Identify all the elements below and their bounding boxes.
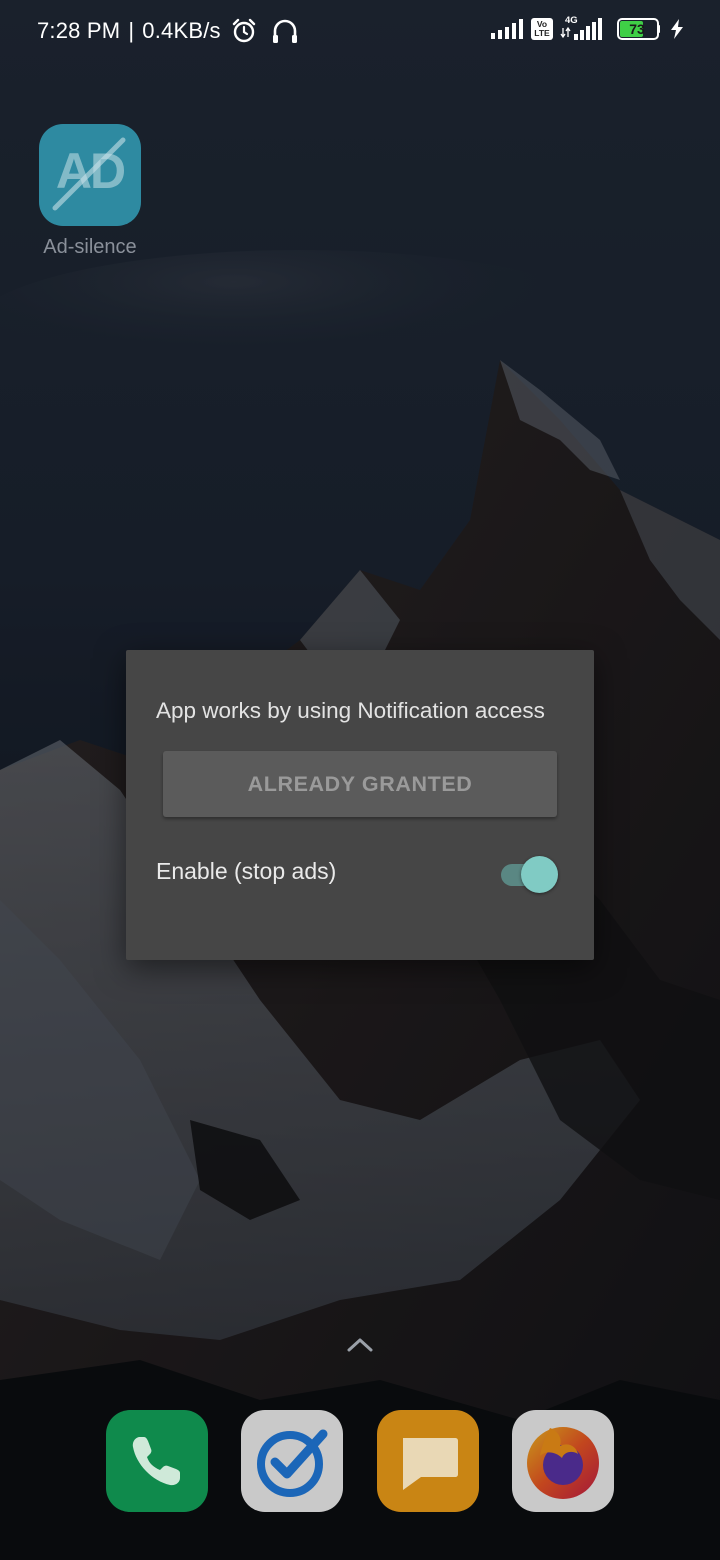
already-granted-button[interactable]: ALREADY GRANTED bbox=[163, 751, 557, 817]
battery-icon: 73 bbox=[617, 18, 663, 40]
toggle-thumb[interactable] bbox=[521, 856, 558, 893]
status-left: 7:28 PM | 0.4KB/s bbox=[37, 18, 299, 44]
permission-dialog: App works by using Notification access A… bbox=[126, 650, 594, 960]
status-separator: | bbox=[128, 18, 135, 43]
phone-icon bbox=[132, 1437, 180, 1486]
network-speed: 0.4KB/s bbox=[142, 18, 221, 43]
dock-app-messages[interactable] bbox=[377, 1410, 479, 1512]
message-icon bbox=[403, 1438, 458, 1490]
dock-app-firefox[interactable] bbox=[512, 1410, 614, 1512]
dialog-message: App works by using Notification access bbox=[156, 698, 545, 723]
volte-label-bottom: LTE bbox=[534, 28, 550, 38]
firefox-icon bbox=[527, 1427, 599, 1499]
chevron-up-icon[interactable] bbox=[345, 1336, 375, 1354]
enable-toggle-label: Enable (stop ads) bbox=[156, 858, 337, 884]
signal-icon bbox=[491, 19, 523, 39]
signal-4g-icon: 4G bbox=[560, 15, 604, 42]
app-shortcut-ad-silence[interactable]: AD Ad-silence bbox=[30, 124, 150, 259]
status-bar: 7:28 PM | 0.4KB/s Vo LTE 4G 73 bbox=[0, 0, 720, 64]
app-label: Ad-silence bbox=[43, 236, 137, 258]
battery-level: 73 bbox=[629, 21, 645, 37]
status-right: Vo LTE 4G 73 bbox=[490, 15, 684, 42]
headphones-icon bbox=[272, 19, 297, 43]
volte-icon: Vo LTE bbox=[531, 18, 553, 40]
alarm-icon bbox=[232, 18, 255, 43]
charging-icon bbox=[671, 19, 683, 39]
checkmark-icon bbox=[257, 1429, 328, 1497]
dock-app-tasks[interactable] bbox=[241, 1410, 343, 1512]
ad-silence-icon[interactable]: AD bbox=[39, 124, 141, 226]
clock: 7:28 PM bbox=[37, 18, 121, 43]
enable-toggle[interactable] bbox=[499, 855, 559, 893]
dock bbox=[0, 1410, 720, 1514]
home-screen: 7:28 PM | 0.4KB/s Vo LTE 4G 73 Ad-silenc… bbox=[0, 0, 720, 1560]
dock-app-phone[interactable] bbox=[106, 1410, 208, 1512]
